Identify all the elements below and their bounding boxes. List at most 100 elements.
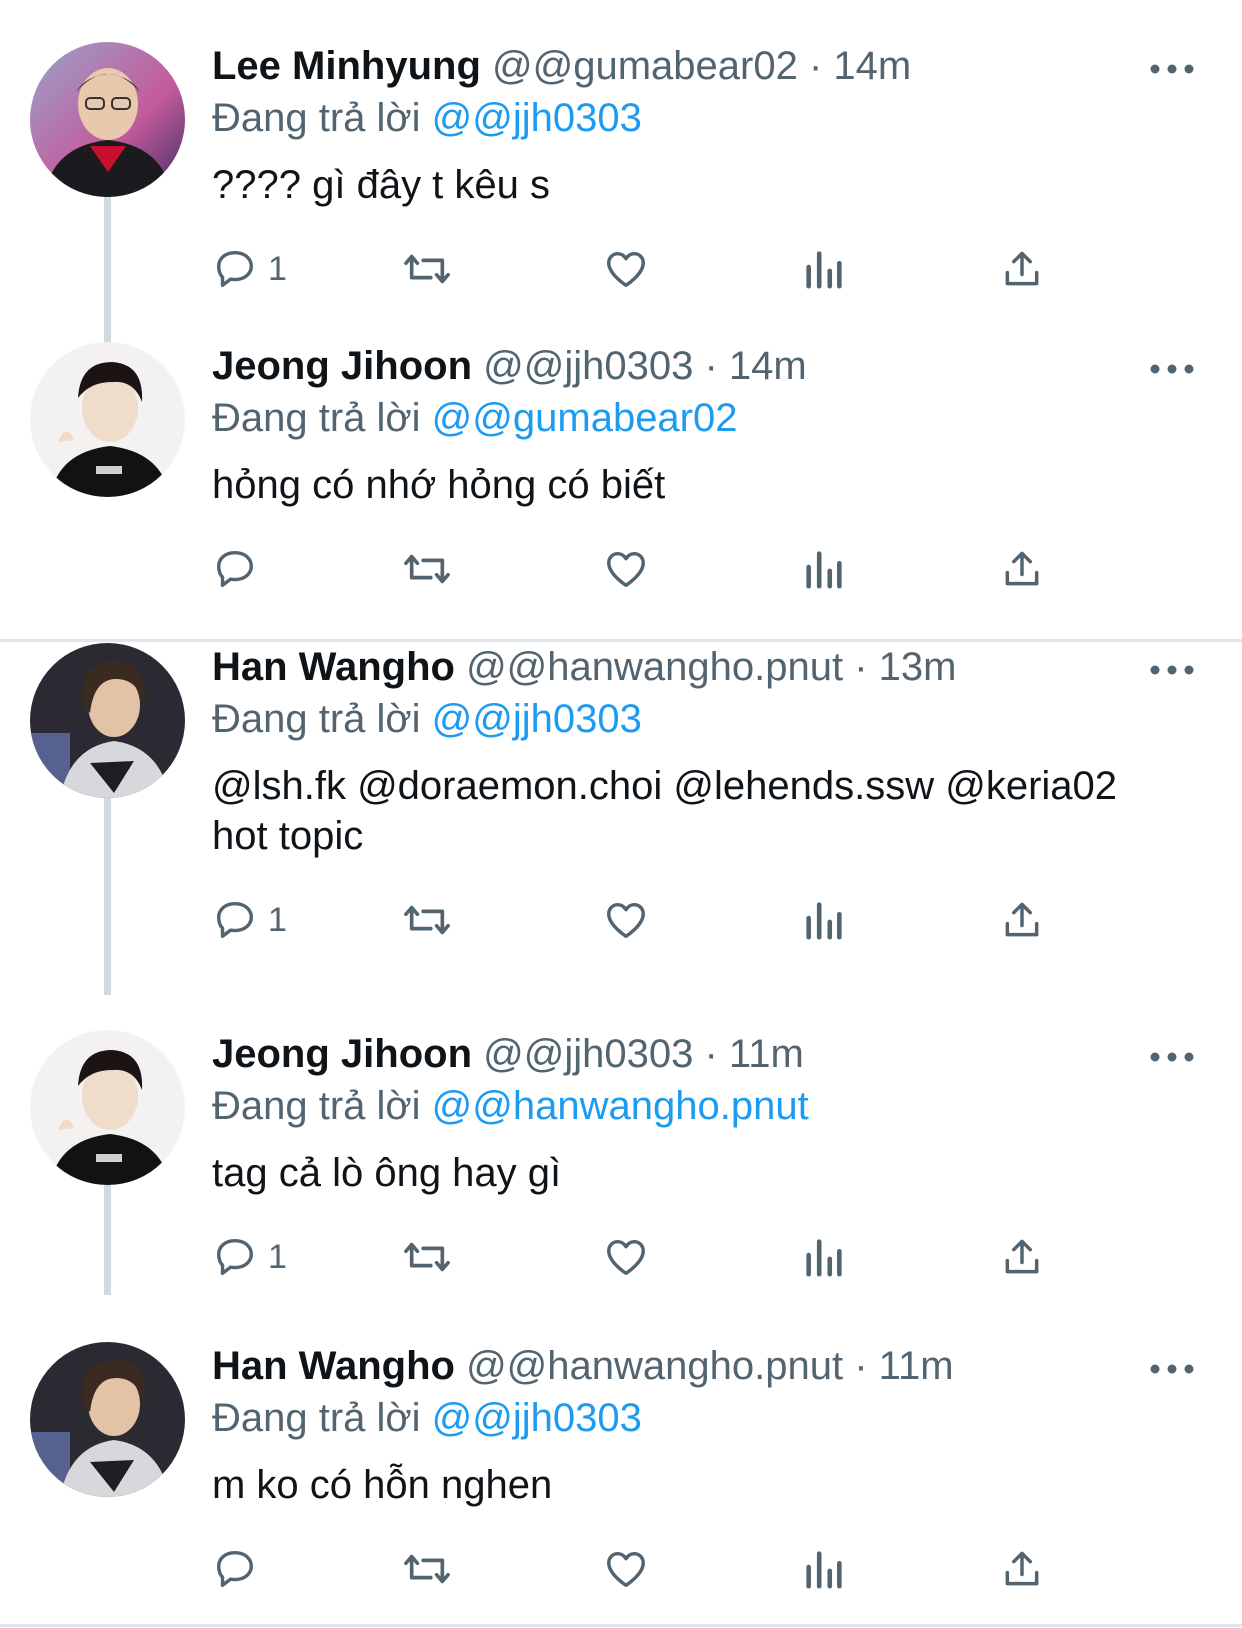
reply-count: 1: [268, 900, 287, 939]
share-button[interactable]: [1000, 895, 1044, 945]
views-button[interactable]: [804, 1544, 844, 1594]
author-name[interactable]: Jeong Jihoon: [212, 1032, 472, 1076]
share-icon: [1005, 251, 1039, 286]
retweet-button[interactable]: [400, 544, 454, 594]
tweet[interactable]: Jeong Jihoon @@jjh0303 · 11m Đang trả lờ…: [0, 1030, 1242, 1320]
separator-dot: ·: [854, 1344, 868, 1388]
avatar-image: [30, 342, 185, 497]
reply-button[interactable]: [212, 1544, 268, 1594]
more-icon[interactable]: [1150, 665, 1194, 675]
timestamp[interactable]: 11m: [879, 1344, 954, 1388]
reply-to-mention[interactable]: @@jjh0303: [432, 96, 642, 140]
reply-prefix: Đang trả lời: [212, 1396, 421, 1440]
timestamp[interactable]: 14m: [833, 44, 911, 88]
author-handle[interactable]: @@hanwangho.pnut: [466, 645, 843, 689]
reply-icon: [216, 1238, 254, 1276]
share-icon: [1005, 551, 1039, 586]
views-button[interactable]: [804, 895, 844, 945]
tweet[interactable]: Han Wangho @@hanwangho.pnut · 13m Đang t…: [0, 643, 1242, 983]
action-bar: 1: [212, 244, 1112, 294]
reply-count: 1: [268, 249, 287, 288]
views-icon: [806, 902, 842, 940]
retweet-button[interactable]: [400, 244, 454, 294]
action-bar: [212, 1544, 1112, 1594]
tweet-mentions[interactable]: @lsh.fk @doraemon.choi @lehends.ssw @ker…: [212, 761, 1202, 811]
like-icon: [607, 902, 645, 939]
reply-prefix: Đang trả lời: [212, 1084, 421, 1128]
reply-count: 1: [268, 1237, 287, 1276]
retweet-button[interactable]: [400, 1232, 454, 1282]
reply-button[interactable]: 1: [212, 1232, 287, 1282]
more-icon[interactable]: [1150, 64, 1194, 74]
views-button[interactable]: [804, 544, 844, 594]
author-handle[interactable]: @@jjh0303: [483, 344, 693, 388]
views-icon: [806, 1551, 842, 1589]
share-icon: [1005, 1551, 1039, 1586]
author-name[interactable]: Han Wangho: [212, 645, 455, 689]
more-icon[interactable]: [1150, 1364, 1194, 1374]
avatar-image: [30, 42, 185, 197]
reply-button[interactable]: 1: [212, 244, 287, 294]
reply-icon: [216, 550, 254, 588]
reply-icon: [216, 250, 254, 288]
author-handle[interactable]: @@jjh0303: [483, 1032, 693, 1076]
retweet-button[interactable]: [400, 1544, 454, 1594]
thread-separator: [0, 1624, 1242, 1627]
avatar[interactable]: [30, 342, 185, 497]
avatar[interactable]: [30, 42, 185, 197]
reply-prefix: Đang trả lời: [212, 396, 421, 440]
reply-context: Đang trả lời @@jjh0303: [212, 92, 1202, 144]
share-button[interactable]: [1000, 544, 1044, 594]
reply-context: Đang trả lời @@jjh0303: [212, 693, 1202, 745]
tweet-text: hỏng có nhớ hỏng có biết: [212, 463, 666, 507]
like-icon: [607, 551, 645, 588]
tweet[interactable]: Jeong Jihoon @@jjh0303 · 14m Đang trả lờ…: [0, 342, 1242, 632]
avatar[interactable]: [30, 1030, 185, 1185]
like-button[interactable]: [602, 1544, 650, 1594]
author-name[interactable]: Jeong Jihoon: [212, 344, 472, 388]
more-icon[interactable]: [1150, 1052, 1194, 1062]
author-name[interactable]: Han Wangho: [212, 1344, 455, 1388]
like-button[interactable]: [602, 895, 650, 945]
retweet-icon: [404, 1554, 450, 1584]
retweet-button[interactable]: [400, 895, 454, 945]
views-button[interactable]: [804, 1232, 844, 1282]
reply-button[interactable]: 1: [212, 895, 287, 945]
share-icon: [1005, 902, 1039, 937]
author-name[interactable]: Lee Minhyung: [212, 44, 481, 88]
tweet-text: ???? gì đây t kêu s: [212, 163, 551, 207]
views-icon: [806, 551, 842, 589]
reply-to-mention[interactable]: @@jjh0303: [432, 1396, 642, 1440]
avatar[interactable]: [30, 1342, 185, 1497]
tweet[interactable]: Han Wangho @@hanwangho.pnut · 11m Đang t…: [0, 1342, 1242, 1622]
reply-icon: [216, 1550, 254, 1588]
author-handle[interactable]: @@hanwangho.pnut: [466, 1344, 843, 1388]
share-button[interactable]: [1000, 244, 1044, 294]
reply-prefix: Đang trả lời: [212, 697, 421, 741]
share-button[interactable]: [1000, 1232, 1044, 1282]
reply-button[interactable]: [212, 544, 268, 594]
like-icon: [607, 1551, 645, 1588]
separator-dot: ·: [704, 344, 718, 388]
reply-to-mention[interactable]: @@jjh0303: [432, 697, 642, 741]
like-button[interactable]: [602, 544, 650, 594]
like-button[interactable]: [602, 1232, 650, 1282]
tweet-text: tag cả lò ông hay gì: [212, 1151, 562, 1195]
share-button[interactable]: [1000, 1544, 1044, 1594]
author-handle[interactable]: @@gumabear02: [492, 44, 798, 88]
tweet-text: m ko có hỗn nghen: [212, 1463, 553, 1507]
views-button[interactable]: [804, 244, 844, 294]
timestamp[interactable]: 11m: [729, 1032, 804, 1076]
timestamp[interactable]: 14m: [729, 344, 807, 388]
share-icon: [1005, 1239, 1039, 1274]
reply-to-mention[interactable]: @@hanwangho.pnut: [432, 1084, 809, 1128]
reply-to-mention[interactable]: @@gumabear02: [432, 396, 738, 440]
more-icon[interactable]: [1150, 364, 1194, 374]
retweet-icon: [404, 1242, 450, 1272]
like-button[interactable]: [602, 244, 650, 294]
tweet-text: hot topic: [212, 814, 364, 858]
tweet[interactable]: Lee Minhyung @@gumabear02 · 14m Đang trả…: [0, 42, 1242, 332]
avatar[interactable]: [30, 643, 185, 798]
timestamp[interactable]: 13m: [879, 645, 957, 689]
reply-context: Đang trả lời @@gumabear02: [212, 392, 1202, 444]
